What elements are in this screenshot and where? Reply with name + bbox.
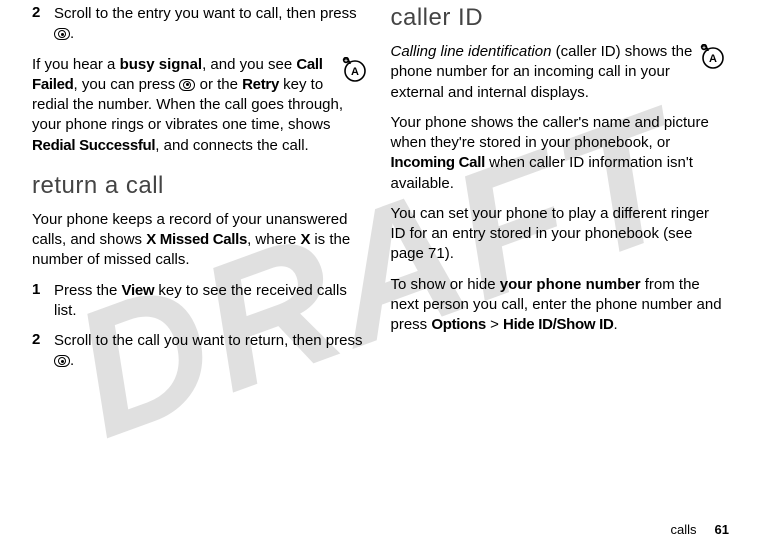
return-a-call-heading: return a call xyxy=(32,172,367,200)
step-2-call: 2 Scroll to the entry you want to call, … xyxy=(32,4,367,45)
gt: > xyxy=(486,316,503,333)
caller-id-p3: You can set your phone to play a differe… xyxy=(391,204,726,265)
text: , where xyxy=(247,231,300,248)
x-missed-calls-label: X Missed Calls xyxy=(146,231,247,248)
step-text: Press the View key to see the received c… xyxy=(54,281,367,322)
text: . xyxy=(70,25,74,42)
left-column: 2 Scroll to the entry you want to call, … xyxy=(20,4,379,547)
text: If you hear a xyxy=(32,56,120,73)
svg-text:+: + xyxy=(344,58,348,64)
send-key-icon xyxy=(54,28,70,40)
svg-text:A: A xyxy=(351,66,359,78)
text: , you can press xyxy=(74,76,180,93)
svg-text:A: A xyxy=(709,53,717,65)
step-number: 2 xyxy=(32,4,54,45)
caller-id-p4: To show or hide your phone number from t… xyxy=(391,275,726,336)
caller-id-heading: caller ID xyxy=(391,4,726,32)
svg-text:+: + xyxy=(702,46,706,52)
text: Scroll to the call you want to return, t… xyxy=(54,332,363,349)
send-key-icon xyxy=(179,79,195,91)
text: , and you see xyxy=(202,56,296,73)
step-text: Scroll to the entry you want to call, th… xyxy=(54,4,367,45)
cli-italic: Calling line identification xyxy=(391,43,552,60)
text: To show or hide xyxy=(391,276,500,293)
hide-show-id-label: Hide ID/Show ID xyxy=(503,316,614,333)
your-phone-number-bold: your phone number xyxy=(500,276,641,293)
text: . xyxy=(70,352,74,369)
caller-id-p2: Your phone shows the caller's name and p… xyxy=(391,113,726,194)
return-intro-paragraph: Your phone keeps a record of your unansw… xyxy=(32,210,367,271)
feature-icon: A+ xyxy=(699,44,725,70)
incoming-call-label: Incoming Call xyxy=(391,154,485,171)
right-column: caller ID A+ Calling line identification… xyxy=(379,4,738,547)
text: Press the xyxy=(54,282,122,299)
busy-signal-bold: busy signal xyxy=(120,56,203,73)
return-step-1: 1 Press the View key to see the received… xyxy=(32,281,367,322)
step-text: Scroll to the call you want to return, t… xyxy=(54,331,367,372)
text: or the xyxy=(195,76,242,93)
view-label: View xyxy=(122,282,155,299)
send-key-icon xyxy=(54,355,70,367)
text: Scroll to the entry you want to call, th… xyxy=(54,5,357,22)
text: . xyxy=(614,316,618,333)
return-step-2: 2 Scroll to the call you want to return,… xyxy=(32,331,367,372)
step-number: 1 xyxy=(32,281,54,322)
retry-label: Retry xyxy=(242,76,279,93)
x-label: X xyxy=(300,231,310,248)
options-label: Options xyxy=(431,316,486,333)
page-content: 2 Scroll to the entry you want to call, … xyxy=(0,0,757,547)
caller-id-intro: A+ Calling line identification (caller I… xyxy=(391,42,726,103)
busy-signal-paragraph: A+ If you hear a busy signal, and you se… xyxy=(32,55,367,156)
redial-successful-label: Redial Successful xyxy=(32,137,155,154)
step-number: 2 xyxy=(32,331,54,372)
feature-icon: A+ xyxy=(341,57,367,83)
text: Your phone shows the caller's name and p… xyxy=(391,114,709,151)
text: , and connects the call. xyxy=(155,137,308,154)
